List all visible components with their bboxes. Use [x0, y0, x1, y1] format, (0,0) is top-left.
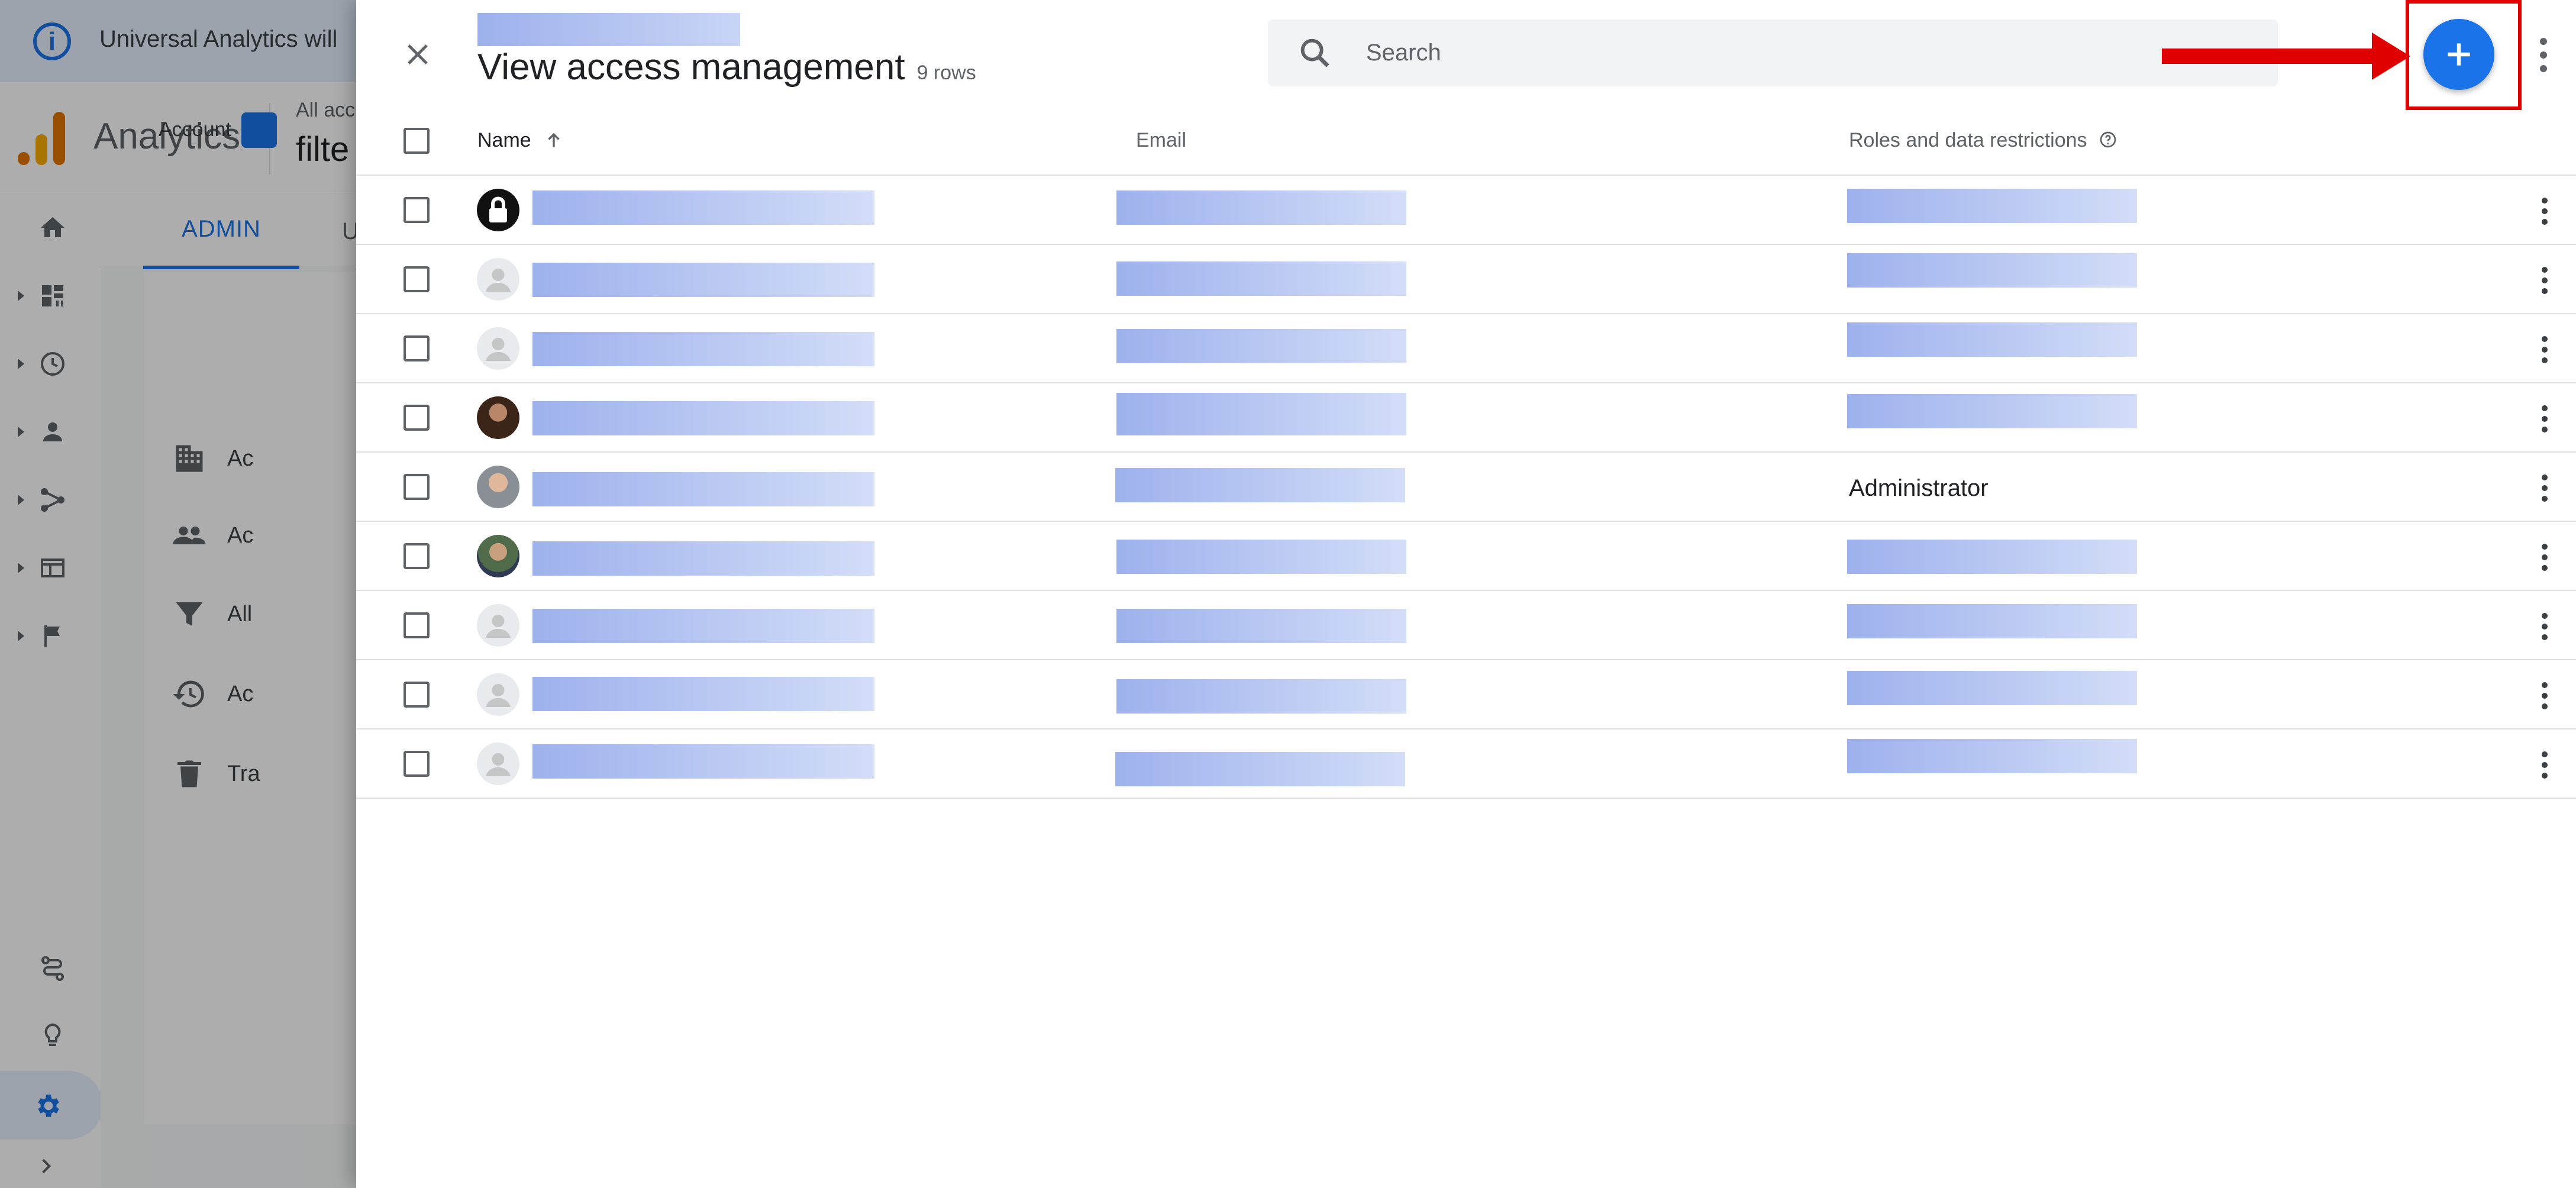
default-avatar-icon: [477, 258, 519, 301]
table-row[interactable]: [356, 660, 2576, 729]
redacted-user-name: [532, 541, 874, 576]
redacted-user-role: [1847, 604, 2137, 638]
redacted-user-email: [1116, 609, 1406, 643]
redacted-user-name: [532, 744, 874, 779]
dialog-title: View access management 9 rows: [477, 46, 976, 88]
row-checkbox[interactable]: [403, 682, 430, 708]
redacted-user-email: [1115, 752, 1405, 786]
select-all-checkbox[interactable]: [403, 128, 430, 154]
row-more-options-icon[interactable]: [2537, 750, 2552, 780]
table-row[interactable]: [356, 591, 2576, 660]
row-more-options-icon[interactable]: [2537, 611, 2552, 642]
default-avatar-icon: [477, 673, 519, 716]
redacted-user-email: [1116, 679, 1406, 714]
redacted-user-role: [1847, 739, 2137, 773]
table-row[interactable]: [356, 176, 2576, 245]
redacted-user-email: [1116, 329, 1406, 363]
row-checkbox[interactable]: [403, 335, 430, 361]
column-header-email[interactable]: Email: [1136, 129, 1186, 152]
redacted-user-email: [1116, 393, 1406, 435]
row-count: 9 rows: [916, 62, 976, 84]
redacted-user-email: [1115, 468, 1405, 502]
search-input[interactable]: [1365, 39, 2193, 67]
help-icon[interactable]: [2099, 130, 2117, 149]
table-row[interactable]: [356, 522, 2576, 591]
user-photo-avatar: [477, 535, 519, 577]
plus-icon: [2448, 43, 2470, 66]
row-checkbox[interactable]: [403, 266, 430, 292]
redacted-user-email: [1116, 262, 1406, 296]
table-row[interactable]: Administrator: [356, 453, 2576, 522]
default-avatar-icon: [477, 604, 519, 647]
redacted-user-role: [1847, 671, 2137, 705]
redacted-user-name: [532, 472, 874, 506]
redacted-user-name: [532, 609, 874, 643]
table-row[interactable]: [356, 245, 2576, 314]
lock-avatar-icon: [477, 189, 519, 231]
redacted-user-role: [1847, 189, 2137, 223]
default-avatar-icon: [477, 742, 519, 785]
sort-ascending-arrow-icon: [548, 133, 560, 147]
redacted-user-name: [532, 677, 874, 711]
add-user-button[interactable]: [2423, 19, 2494, 90]
redacted-user-role: [1847, 253, 2137, 288]
user-photo-avatar: [477, 466, 519, 508]
column-name-label: Name: [477, 129, 531, 151]
column-roles-label: Roles and data restrictions: [1849, 129, 2087, 151]
row-checkbox[interactable]: [403, 751, 430, 777]
redacted-user-email: [1116, 191, 1406, 225]
redacted-user-role: [1847, 322, 2137, 357]
table-header: Name Email Roles and data restrictions: [356, 106, 2576, 176]
search-icon: [1300, 38, 1329, 67]
redacted-user-email: [1116, 540, 1406, 574]
table-row[interactable]: [356, 729, 2576, 799]
column-header-name[interactable]: Name: [477, 129, 564, 152]
row-more-options-icon[interactable]: [2537, 334, 2552, 365]
search-box[interactable]: [1268, 20, 2278, 86]
row-more-options-icon[interactable]: [2537, 473, 2552, 503]
redacted-user-name: [532, 191, 874, 225]
row-checkbox[interactable]: [403, 474, 430, 500]
row-checkbox[interactable]: [403, 405, 430, 431]
row-more-options-icon[interactable]: [2537, 196, 2552, 227]
row-checkbox[interactable]: [403, 197, 430, 223]
redacted-view-name: [477, 13, 740, 46]
column-header-roles[interactable]: Roles and data restrictions: [1849, 129, 2117, 152]
row-more-options-icon[interactable]: [2537, 542, 2552, 573]
row-more-options-icon[interactable]: [2537, 265, 2552, 296]
row-checkbox[interactable]: [403, 612, 430, 638]
redacted-user-role: [1847, 540, 2137, 574]
close-button[interactable]: [393, 30, 443, 79]
dialog-title-text: View access management: [477, 47, 905, 88]
annotation-arrow-icon: [2162, 33, 2410, 80]
redacted-user-role: [1847, 394, 2137, 428]
row-checkbox[interactable]: [403, 543, 430, 569]
view-access-management-dialog: View access management 9 rows Name Email …: [356, 0, 2576, 1188]
table-row[interactable]: [356, 314, 2576, 383]
redacted-user-name: [532, 263, 874, 297]
redacted-user-name: [532, 401, 874, 435]
redacted-user-name: [532, 332, 874, 366]
more-options-icon[interactable]: [2535, 34, 2552, 76]
user-photo-avatar: [477, 396, 519, 439]
user-role: Administrator: [1849, 475, 1989, 501]
users-table: Name Email Roles and data restrictions A…: [356, 106, 2576, 799]
default-avatar-icon: [477, 327, 519, 370]
table-row[interactable]: [356, 383, 2576, 453]
close-icon: [408, 44, 428, 64]
row-more-options-icon[interactable]: [2537, 680, 2552, 711]
row-more-options-icon[interactable]: [2537, 403, 2552, 434]
